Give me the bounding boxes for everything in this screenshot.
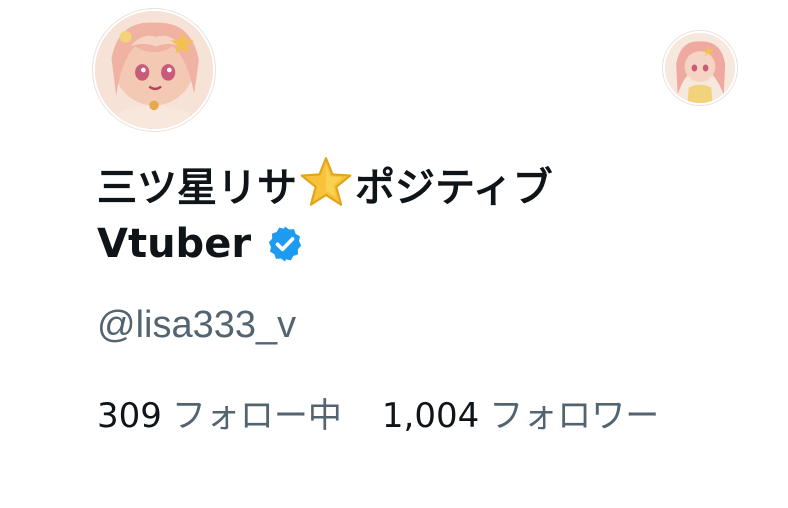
followers-count: 1,004 [381,396,480,436]
followers-link[interactable]: 1,004 フォロワー [382,388,659,437]
user-handle: @lisa333_v [97,304,297,346]
display-name: 三ツ星リサ ポジティブ Vtuber [97,155,697,275]
avatar-image [95,11,213,129]
followers-label: フォロワー [489,396,660,436]
display-name-line1: 三ツ星リサ ポジティブ [97,155,697,219]
following-label: フォロー中 [171,396,342,436]
avatar-image-small [665,33,735,103]
display-name-part3: Vtuber [97,221,252,267]
following-link[interactable]: 309 フォロー中 [97,388,342,437]
following-count: 309 [97,396,162,436]
display-name-part1: 三ツ星リサ [97,165,297,211]
display-name-part2: ポジティブ [355,165,553,211]
profile-avatar[interactable] [93,9,215,131]
follow-stats: 309 フォロー中 1,004 フォロワー [97,388,659,437]
verified-badge-icon[interactable] [265,224,305,264]
star-emoji-icon [300,157,352,206]
secondary-avatar[interactable] [663,31,737,105]
display-name-line2: Vtuber [97,213,697,275]
